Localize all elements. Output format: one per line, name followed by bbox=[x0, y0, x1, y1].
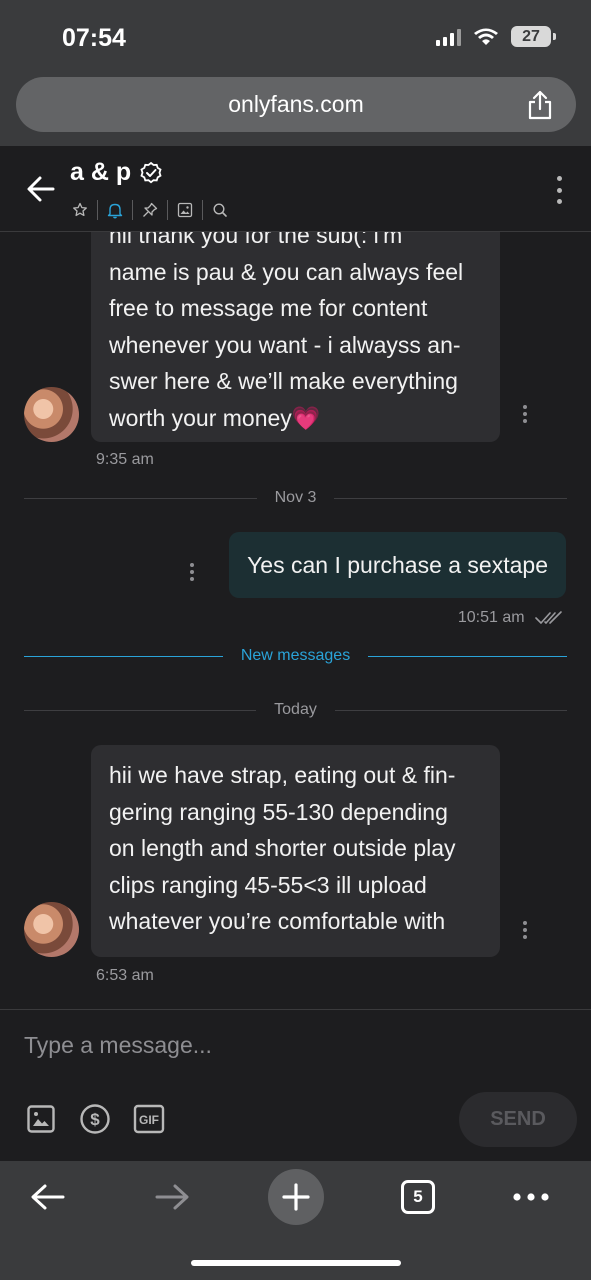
image-icon[interactable] bbox=[175, 200, 195, 220]
svg-text:$: $ bbox=[90, 1110, 100, 1129]
attach-image-icon[interactable] bbox=[24, 1102, 58, 1136]
message-line: name is pau & you can always feel bbox=[109, 258, 464, 285]
message-line: on length and shorter outside play bbox=[109, 835, 456, 861]
battery-indicator: 27 bbox=[511, 26, 556, 47]
message-time: 9:35 am bbox=[96, 451, 154, 468]
send-button[interactable]: SEND bbox=[459, 1092, 577, 1147]
tab-count: 5 bbox=[401, 1180, 435, 1214]
message-options-icon[interactable] bbox=[522, 921, 528, 939]
message-line: swer here & we’ll make everything bbox=[109, 368, 458, 394]
message-line: hii we have strap, eating out & fin- bbox=[109, 762, 456, 788]
status-time: 07:54 bbox=[62, 24, 126, 52]
tabs-button[interactable]: 5 bbox=[390, 1169, 446, 1225]
message-line: hii thank you for the sub(: i'm bbox=[109, 232, 403, 248]
browser-menu-icon[interactable] bbox=[503, 1169, 559, 1225]
message-input[interactable] bbox=[24, 1028, 564, 1062]
message-text: Yes can I purchase a sextape bbox=[247, 552, 548, 578]
star-icon[interactable] bbox=[70, 200, 90, 220]
browser-forward-icon[interactable] bbox=[144, 1169, 200, 1225]
avatar[interactable] bbox=[24, 387, 79, 442]
wifi-icon bbox=[474, 28, 498, 45]
date-divider: Today bbox=[24, 699, 568, 721]
message-line: gering ranging 55-130 depending bbox=[109, 798, 448, 825]
tool-separator bbox=[132, 200, 133, 220]
tip-dollar-icon[interactable]: $ bbox=[78, 1102, 112, 1136]
browser-back-icon[interactable] bbox=[20, 1169, 76, 1225]
date-divider: Nov 3 bbox=[24, 487, 568, 509]
browser-bottom-bar: 5 bbox=[0, 1161, 591, 1280]
bell-icon[interactable] bbox=[105, 200, 125, 220]
message-line: whatever you’re comfortable with bbox=[109, 908, 446, 934]
composer-actions: $ GIF bbox=[24, 1102, 166, 1136]
verified-badge-icon bbox=[140, 161, 162, 183]
status-icons: 27 bbox=[436, 26, 556, 47]
cellular-signal-icon bbox=[436, 28, 461, 46]
new-messages-divider: New messages bbox=[24, 645, 567, 667]
url-text: onlyfans.com bbox=[228, 91, 364, 117]
search-icon[interactable] bbox=[210, 200, 230, 220]
share-icon[interactable] bbox=[526, 90, 554, 120]
message-options-icon[interactable] bbox=[189, 563, 195, 581]
home-indicator bbox=[191, 1260, 401, 1266]
message-time: 10:51 am bbox=[458, 609, 563, 627]
message-time-text: 10:51 am bbox=[457, 609, 525, 626]
message-options-icon[interactable] bbox=[522, 405, 528, 423]
message-line: whenever you want - i alwayss an- bbox=[109, 331, 461, 358]
incoming-message[interactable]: hii we have strap, eating out & fin- ger… bbox=[91, 745, 500, 957]
outgoing-message[interactable]: Yes can I purchase a sextape bbox=[229, 532, 566, 598]
message-line: clips ranging 45-55<3 ill upload bbox=[109, 871, 427, 898]
chat-title-text: a & p bbox=[70, 158, 132, 186]
avatar[interactable] bbox=[24, 902, 79, 957]
message-composer: $ GIF SEND bbox=[0, 1009, 591, 1161]
message-line: worth your money💗 bbox=[109, 404, 321, 431]
tool-separator bbox=[167, 200, 168, 220]
more-options-icon[interactable] bbox=[555, 176, 563, 204]
back-arrow-icon[interactable] bbox=[26, 174, 56, 204]
chat-header: a & p bbox=[0, 146, 591, 232]
incoming-message[interactable]: hii thank you for the sub(: i'm name is … bbox=[91, 232, 500, 442]
message-list[interactable]: hii thank you for the sub(: i'm name is … bbox=[0, 232, 591, 1009]
tool-separator bbox=[202, 200, 203, 220]
address-bar[interactable]: onlyfans.com bbox=[16, 77, 576, 132]
date-divider-label: Today bbox=[274, 701, 317, 718]
chat-title[interactable]: a & p bbox=[70, 158, 163, 187]
tool-separator bbox=[97, 200, 98, 220]
new-messages-label: New messages bbox=[240, 647, 351, 664]
browser-top-bar: 07:54 27 onlyfans.com bbox=[0, 0, 591, 146]
date-divider-label: Nov 3 bbox=[274, 489, 317, 506]
new-tab-button[interactable] bbox=[268, 1169, 324, 1225]
header-tools bbox=[70, 198, 230, 222]
gif-icon[interactable]: GIF bbox=[132, 1102, 166, 1136]
pin-icon[interactable] bbox=[140, 200, 160, 220]
message-time: 6:53 am bbox=[96, 967, 154, 984]
message-line: free to message me for content bbox=[109, 295, 428, 321]
double-check-icon bbox=[535, 610, 562, 624]
gif-label: GIF bbox=[139, 1113, 159, 1127]
